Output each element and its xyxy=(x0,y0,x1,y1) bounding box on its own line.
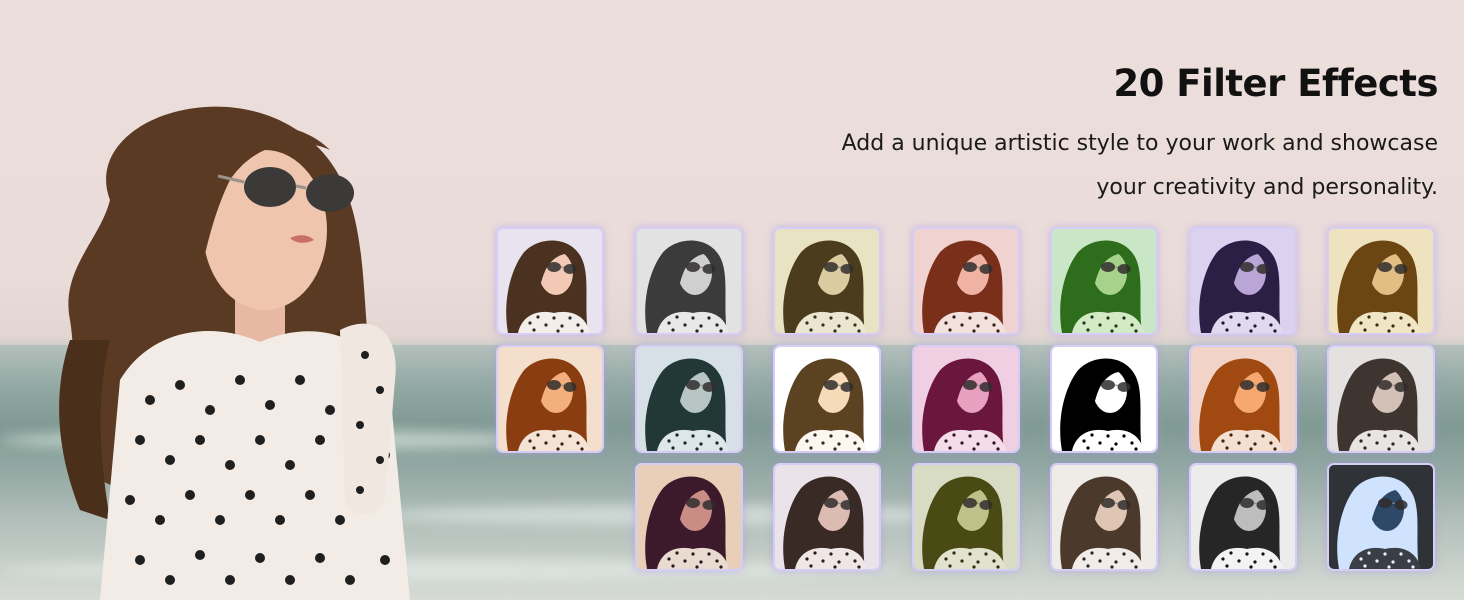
filter-thumbnail-golden[interactable] xyxy=(1327,227,1435,335)
filter-preview-image xyxy=(1052,229,1156,333)
filter-preview-image xyxy=(914,465,1018,569)
description-line-2: your creativity and personality. xyxy=(1096,175,1438,200)
filter-preview-image xyxy=(1329,465,1433,569)
filter-preview-image xyxy=(637,347,741,451)
filter-preview-image xyxy=(637,465,741,569)
filter-thumbnail-olive[interactable] xyxy=(912,463,1020,571)
filter-preview-image xyxy=(637,229,741,333)
filter-thumbnail-bright[interactable] xyxy=(773,345,881,453)
filter-preview-image xyxy=(1052,465,1156,569)
filter-thumbnail-muted-warm[interactable] xyxy=(1050,463,1158,571)
filter-preview-image xyxy=(1329,347,1433,451)
filter-thumbnail-negative[interactable] xyxy=(1327,463,1435,571)
filter-thumbnail-original[interactable] xyxy=(496,227,604,335)
hero-portrait xyxy=(59,106,410,600)
filter-thumbnail-high-contrast[interactable] xyxy=(1189,463,1297,571)
filter-preview-image xyxy=(1191,347,1295,451)
filter-preview-image xyxy=(914,229,1018,333)
filter-preview-image xyxy=(1191,229,1295,333)
filter-thumbnail-sepia-soft[interactable] xyxy=(773,227,881,335)
filter-preview-image xyxy=(498,229,602,333)
filter-thumbnail-magenta[interactable] xyxy=(912,345,1020,453)
description: Add a unique artistic style to your work… xyxy=(738,122,1438,210)
filter-thumbnail-orange-pop[interactable] xyxy=(1189,345,1297,453)
filter-thumbnail-cool-rose[interactable] xyxy=(773,463,881,571)
filter-thumbnail-violet-tint[interactable] xyxy=(1189,227,1297,335)
filter-thumbnail-green-tint[interactable] xyxy=(1050,227,1158,335)
filter-thumbnail-faded[interactable] xyxy=(1327,345,1435,453)
filter-preview-image xyxy=(775,229,879,333)
filter-thumbnail-threshold[interactable] xyxy=(1050,345,1158,453)
filter-preview-image xyxy=(1052,347,1156,451)
filter-preview-image xyxy=(775,465,879,569)
filter-preview-image xyxy=(498,347,602,451)
filter-thumbnail-teal-cool[interactable] xyxy=(635,345,743,453)
filter-thumbnail-dusk[interactable] xyxy=(635,463,743,571)
description-line-1: Add a unique artistic style to your work… xyxy=(841,131,1438,156)
filter-preview-image xyxy=(1191,465,1295,569)
filter-preview-image xyxy=(1329,229,1433,333)
headline: 20 Filter Effects xyxy=(1113,62,1438,105)
filter-preview-image xyxy=(775,347,879,451)
filter-thumbnail-amber[interactable] xyxy=(496,345,604,453)
filter-thumbnail-rose-warm[interactable] xyxy=(912,227,1020,335)
filter-thumbnail-mono[interactable] xyxy=(635,227,743,335)
filter-preview-image xyxy=(914,347,1018,451)
